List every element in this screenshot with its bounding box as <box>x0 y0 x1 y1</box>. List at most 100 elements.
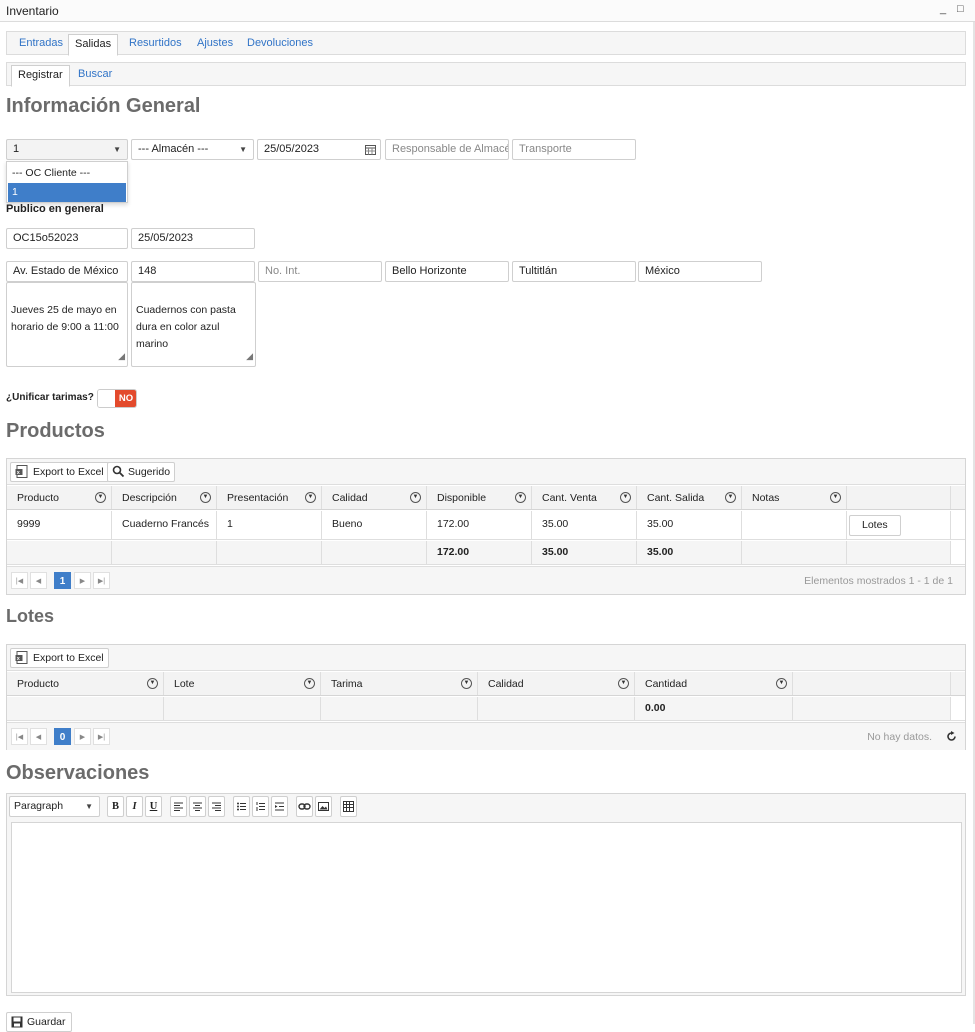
oc-select[interactable]: 1 ▼ <box>6 139 128 160</box>
column-header-cant-salida[interactable]: Cant. Salida ▼ <box>637 486 742 509</box>
prev-page-icon[interactable]: ◀ <box>30 728 47 745</box>
sub-tabs: Registrar Buscar <box>6 62 966 87</box>
underline-button[interactable]: U <box>145 796 162 817</box>
estado-field[interactable]: México <box>638 261 762 282</box>
sugerido-button[interactable]: Sugerido <box>107 462 176 482</box>
filter-icon[interactable]: ▼ <box>515 492 526 503</box>
colonia-field[interactable]: Bello Horizonte <box>385 261 509 282</box>
tab-salidas[interactable]: Salidas <box>68 34 119 56</box>
tab-registrar[interactable]: Registrar <box>11 65 70 87</box>
column-header-lote[interactable]: Lote ▼ <box>164 672 321 695</box>
link-icon[interactable] <box>296 796 313 817</box>
filter-icon[interactable]: ▼ <box>410 492 421 503</box>
next-page-icon[interactable]: ▶ <box>74 728 91 745</box>
tab-devoluciones[interactable]: Devoluciones <box>241 32 319 55</box>
filter-icon[interactable]: ▼ <box>618 678 629 689</box>
transporte-field[interactable]: Transporte <box>512 139 636 160</box>
first-page-icon[interactable]: |◀ <box>11 728 28 745</box>
calle-field[interactable]: Av. Estado de México <box>6 261 128 282</box>
filter-icon[interactable]: ▼ <box>830 492 841 503</box>
num-ext-field[interactable]: 148 <box>131 261 255 282</box>
page-number[interactable]: 0 <box>54 728 71 745</box>
column-header-presentacion[interactable]: Presentación ▼ <box>217 486 322 509</box>
nota-producto-textarea[interactable]: Cuadernos con pasta dura en color azul m… <box>131 282 256 367</box>
align-center-icon[interactable] <box>189 796 206 817</box>
unificar-toggle[interactable]: NO <box>97 389 137 408</box>
search-icon <box>112 465 125 478</box>
italic-button[interactable]: I <box>126 796 143 817</box>
cell-notas[interactable] <box>742 511 847 539</box>
lotes-grid: x Export to Excel Producto ▼ Lote ▼ Tarima… <box>6 644 966 750</box>
calendar-icon[interactable] <box>365 144 376 155</box>
fecha-input[interactable]: 25/05/2023 <box>257 139 381 160</box>
column-header-tarima[interactable]: Tarima ▼ <box>321 672 478 695</box>
format-select[interactable]: Paragraph ▼ <box>9 796 100 817</box>
filter-icon[interactable]: ▼ <box>147 678 158 689</box>
column-header-notas[interactable]: Notas ▼ <box>742 486 847 509</box>
tab-entradas[interactable]: Entradas <box>13 32 69 55</box>
last-page-icon[interactable]: ▶| <box>93 572 110 589</box>
fecha-oc-field[interactable]: 25/05/2023 <box>131 228 255 249</box>
column-header-cant-venta[interactable]: Cant. Venta ▼ <box>532 486 637 509</box>
prev-page-icon[interactable]: ◀ <box>30 572 47 589</box>
column-header-descripcion[interactable]: Descripción ▼ <box>112 486 217 509</box>
cell-cant-salida[interactable]: 35.00 <box>637 511 742 539</box>
filter-icon[interactable]: ▼ <box>200 492 211 503</box>
align-right-icon[interactable] <box>208 796 225 817</box>
window-title: Inventario <box>6 4 59 18</box>
tab-ajustes[interactable]: Ajustes <box>191 32 239 55</box>
excel-icon: x <box>15 465 28 478</box>
dropdown-option-selected[interactable]: 1 <box>8 183 126 202</box>
column-header-calidad[interactable]: Calidad ▼ <box>478 672 635 695</box>
indent-icon[interactable] <box>271 796 288 817</box>
filter-icon[interactable]: ▼ <box>305 492 316 503</box>
filter-icon[interactable]: ▼ <box>304 678 315 689</box>
numbered-list-icon[interactable] <box>252 796 269 817</box>
editor-content-area[interactable] <box>11 822 962 993</box>
total-cell <box>322 541 427 564</box>
export-excel-button[interactable]: x Export to Excel <box>10 648 109 668</box>
almacen-select[interactable]: --- Almacén --- ▼ <box>131 139 254 160</box>
align-left-icon[interactable] <box>170 796 187 817</box>
responsable-field[interactable]: Responsable de Almacén <box>385 139 509 160</box>
column-header-calidad[interactable]: Calidad ▼ <box>322 486 427 509</box>
table-icon[interactable] <box>340 796 357 817</box>
oc-numero-field[interactable]: OC15o52023 <box>6 228 128 249</box>
lotes-pager: |◀ ◀ 0 ▶ ▶| No hay datos. <box>7 722 965 750</box>
minimize-icon[interactable]: _ <box>940 3 946 15</box>
maximize-icon[interactable]: □ <box>957 3 964 15</box>
tab-resurtidos[interactable]: Resurtidos <box>123 32 188 55</box>
table-row[interactable]: 9999 Cuaderno Francés 1 Bueno 172.00 35.… <box>7 511 965 540</box>
column-header-disponible[interactable]: Disponible ▼ <box>427 486 532 509</box>
nota-entrega-textarea[interactable]: Jueves 25 de mayo en horario de 9:00 a 1… <box>6 282 128 367</box>
save-button[interactable]: Guardar <box>6 1012 72 1032</box>
first-page-icon[interactable]: |◀ <box>11 572 28 589</box>
column-header-cantidad[interactable]: Cantidad ▼ <box>635 672 793 695</box>
filter-icon[interactable]: ▼ <box>461 678 472 689</box>
lotes-button[interactable]: Lotes <box>849 515 901 536</box>
column-header-producto[interactable]: Producto ▼ <box>7 486 112 509</box>
bold-button[interactable]: B <box>107 796 124 817</box>
cell-cant-venta[interactable]: 35.00 <box>532 511 637 539</box>
filter-icon[interactable]: ▼ <box>620 492 631 503</box>
export-excel-button[interactable]: x Export to Excel <box>10 462 109 482</box>
resize-handle-icon[interactable]: ◢ <box>246 348 253 365</box>
image-icon[interactable] <box>315 796 332 817</box>
last-page-icon[interactable]: ▶| <box>93 728 110 745</box>
tab-buscar[interactable]: Buscar <box>72 63 118 86</box>
oc-dropdown-menu: --- OC Cliente --- 1 <box>6 161 128 203</box>
column-header-producto[interactable]: Producto ▼ <box>7 672 164 695</box>
filter-icon[interactable]: ▼ <box>776 678 787 689</box>
refresh-icon[interactable] <box>946 731 957 742</box>
pager-info: Elementos mostrados 1 - 1 de 1 <box>804 575 953 587</box>
municipio-field[interactable]: Tultitlán <box>512 261 636 282</box>
num-int-field[interactable]: No. Int. <box>258 261 382 282</box>
filter-icon[interactable]: ▼ <box>95 492 106 503</box>
productos-grid: x Export to Excel Sugerido Producto ▼ Des… <box>6 458 966 595</box>
bullet-list-icon[interactable] <box>233 796 250 817</box>
dropdown-option[interactable]: --- OC Cliente --- <box>8 164 126 183</box>
page-number[interactable]: 1 <box>54 572 71 589</box>
resize-handle-icon[interactable]: ◢ <box>118 348 125 365</box>
next-page-icon[interactable]: ▶ <box>74 572 91 589</box>
filter-icon[interactable]: ▼ <box>725 492 736 503</box>
